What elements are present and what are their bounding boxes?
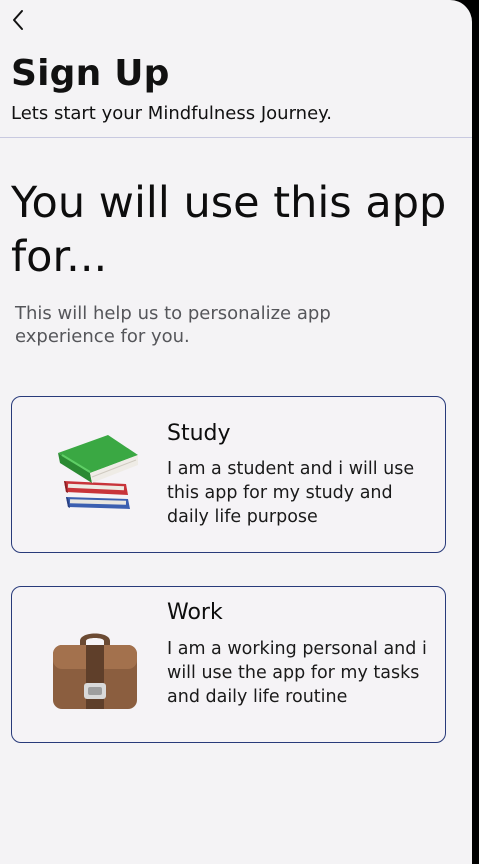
- back-button[interactable]: [8, 6, 32, 34]
- signup-screen: Sign Up Lets start your Mindfulness Jour…: [0, 0, 472, 864]
- question-heading: You will use this app for...: [11, 178, 447, 282]
- option-title: Work: [167, 600, 223, 625]
- option-description: I am a working personal and i will use t…: [167, 639, 427, 707]
- page-title: Sign Up: [11, 53, 170, 94]
- option-card-work[interactable]: Work I am a working personal and i will …: [11, 586, 446, 743]
- chevron-left-icon: [13, 10, 23, 30]
- option-title: Study: [167, 421, 231, 446]
- header-divider: [0, 137, 472, 138]
- books-icon: [58, 435, 138, 509]
- option-description: I am a student and i will use this app f…: [167, 459, 415, 527]
- question-description: This will help us to personalize app exp…: [15, 303, 331, 347]
- option-card-study[interactable]: Study I am a student and i will use this…: [11, 396, 446, 553]
- briefcase-icon: [53, 633, 137, 709]
- page-subtitle: Lets start your Mindfulness Journey.: [11, 103, 332, 124]
